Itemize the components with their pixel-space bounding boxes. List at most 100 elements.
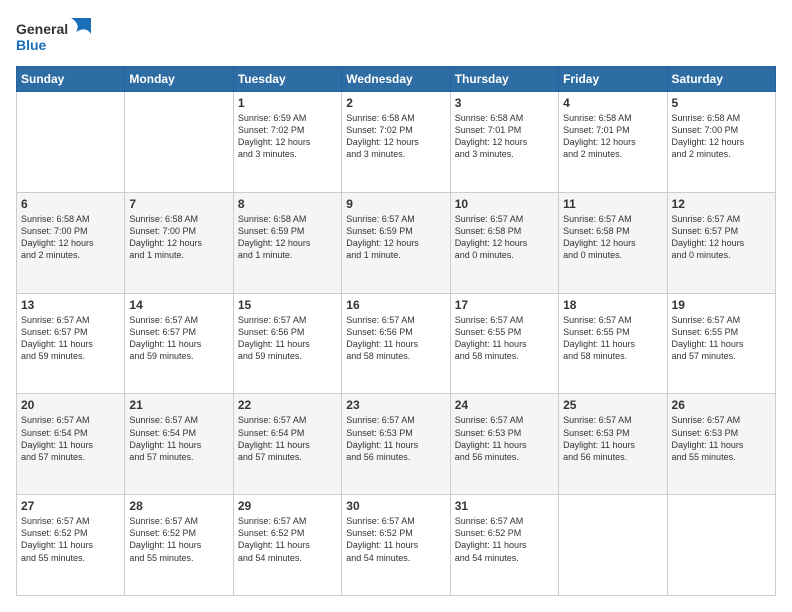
- day-number: 25: [563, 398, 662, 412]
- calendar-cell: [17, 92, 125, 193]
- day-number: 7: [129, 197, 228, 211]
- day-info: Sunrise: 6:57 AM Sunset: 6:58 PM Dayligh…: [455, 213, 554, 262]
- calendar-cell: 13 Sunrise: 6:57 AM Sunset: 6:57 PM Dayli…: [17, 293, 125, 394]
- day-number: 19: [672, 298, 771, 312]
- calendar-cell: 8 Sunrise: 6:58 AM Sunset: 6:59 PM Daylig…: [233, 192, 341, 293]
- day-info: Sunrise: 6:57 AM Sunset: 6:52 PM Dayligh…: [238, 515, 337, 564]
- day-number: 20: [21, 398, 120, 412]
- calendar-cell: 28 Sunrise: 6:57 AM Sunset: 6:52 PM Dayli…: [125, 495, 233, 596]
- day-header-sunday: Sunday: [17, 67, 125, 92]
- calendar-cell: 26 Sunrise: 6:57 AM Sunset: 6:53 PM Dayli…: [667, 394, 775, 495]
- calendar-cell: 29 Sunrise: 6:57 AM Sunset: 6:52 PM Dayli…: [233, 495, 341, 596]
- day-info: Sunrise: 6:59 AM Sunset: 7:02 PM Dayligh…: [238, 112, 337, 161]
- header: GeneralBlue: [16, 16, 776, 56]
- day-number: 28: [129, 499, 228, 513]
- calendar-cell: [667, 495, 775, 596]
- day-number: 30: [346, 499, 445, 513]
- calendar-cell: 15 Sunrise: 6:57 AM Sunset: 6:56 PM Dayli…: [233, 293, 341, 394]
- day-number: 12: [672, 197, 771, 211]
- day-number: 22: [238, 398, 337, 412]
- day-number: 31: [455, 499, 554, 513]
- calendar-cell: 31 Sunrise: 6:57 AM Sunset: 6:52 PM Dayli…: [450, 495, 558, 596]
- day-number: 1: [238, 96, 337, 110]
- day-number: 16: [346, 298, 445, 312]
- week-row-0: 1 Sunrise: 6:59 AM Sunset: 7:02 PM Daylig…: [17, 92, 776, 193]
- calendar-cell: 21 Sunrise: 6:57 AM Sunset: 6:54 PM Dayli…: [125, 394, 233, 495]
- day-number: 14: [129, 298, 228, 312]
- week-row-3: 20 Sunrise: 6:57 AM Sunset: 6:54 PM Dayli…: [17, 394, 776, 495]
- day-info: Sunrise: 6:57 AM Sunset: 6:55 PM Dayligh…: [563, 314, 662, 363]
- calendar-cell: 22 Sunrise: 6:57 AM Sunset: 6:54 PM Dayli…: [233, 394, 341, 495]
- day-info: Sunrise: 6:58 AM Sunset: 7:00 PM Dayligh…: [21, 213, 120, 262]
- day-header-monday: Monday: [125, 67, 233, 92]
- calendar-cell: [125, 92, 233, 193]
- day-number: 17: [455, 298, 554, 312]
- calendar-cell: 11 Sunrise: 6:57 AM Sunset: 6:58 PM Dayli…: [559, 192, 667, 293]
- svg-text:General: General: [16, 21, 68, 37]
- day-number: 11: [563, 197, 662, 211]
- day-info: Sunrise: 6:57 AM Sunset: 6:52 PM Dayligh…: [455, 515, 554, 564]
- day-header-thursday: Thursday: [450, 67, 558, 92]
- calendar-cell: 24 Sunrise: 6:57 AM Sunset: 6:53 PM Dayli…: [450, 394, 558, 495]
- week-row-2: 13 Sunrise: 6:57 AM Sunset: 6:57 PM Dayli…: [17, 293, 776, 394]
- calendar-cell: 18 Sunrise: 6:57 AM Sunset: 6:55 PM Dayli…: [559, 293, 667, 394]
- day-info: Sunrise: 6:57 AM Sunset: 6:57 PM Dayligh…: [21, 314, 120, 363]
- calendar-cell: 17 Sunrise: 6:57 AM Sunset: 6:55 PM Dayli…: [450, 293, 558, 394]
- day-info: Sunrise: 6:58 AM Sunset: 7:00 PM Dayligh…: [129, 213, 228, 262]
- calendar-cell: 23 Sunrise: 6:57 AM Sunset: 6:53 PM Dayli…: [342, 394, 450, 495]
- day-info: Sunrise: 6:58 AM Sunset: 6:59 PM Dayligh…: [238, 213, 337, 262]
- day-info: Sunrise: 6:57 AM Sunset: 6:57 PM Dayligh…: [672, 213, 771, 262]
- day-number: 24: [455, 398, 554, 412]
- calendar-cell: 3Sunrise: 6:58 AM Sunset: 7:01 PM Daylig…: [450, 92, 558, 193]
- week-row-4: 27Sunrise: 6:57 AM Sunset: 6:52 PM Dayli…: [17, 495, 776, 596]
- day-info: Sunrise: 6:57 AM Sunset: 6:58 PM Dayligh…: [563, 213, 662, 262]
- page: GeneralBlue SundayMondayTuesdayWednesday…: [0, 0, 792, 612]
- calendar-cell: 14 Sunrise: 6:57 AM Sunset: 6:57 PM Dayli…: [125, 293, 233, 394]
- day-info: Sunrise: 6:57 AM Sunset: 6:53 PM Dayligh…: [563, 414, 662, 463]
- day-info: Sunrise: 6:58 AM Sunset: 7:01 PM Dayligh…: [563, 112, 662, 161]
- calendar-cell: 19Sunrise: 6:57 AM Sunset: 6:55 PM Dayli…: [667, 293, 775, 394]
- calendar-cell: 5 Sunrise: 6:58 AM Sunset: 7:00 PM Daylig…: [667, 92, 775, 193]
- calendar-cell: 4 Sunrise: 6:58 AM Sunset: 7:01 PM Daylig…: [559, 92, 667, 193]
- day-info: Sunrise: 6:57 AM Sunset: 6:53 PM Dayligh…: [455, 414, 554, 463]
- day-number: 5: [672, 96, 771, 110]
- day-info: Sunrise: 6:57 AM Sunset: 6:59 PM Dayligh…: [346, 213, 445, 262]
- day-info: Sunrise: 6:57 AM Sunset: 6:54 PM Dayligh…: [238, 414, 337, 463]
- day-number: 21: [129, 398, 228, 412]
- day-info: Sunrise: 6:57 AM Sunset: 6:52 PM Dayligh…: [129, 515, 228, 564]
- day-number: 3: [455, 96, 554, 110]
- calendar-cell: 6 Sunrise: 6:58 AM Sunset: 7:00 PM Daylig…: [17, 192, 125, 293]
- calendar-cell: 12 Sunrise: 6:57 AM Sunset: 6:57 PM Dayli…: [667, 192, 775, 293]
- day-number: 15: [238, 298, 337, 312]
- day-info: Sunrise: 6:57 AM Sunset: 6:57 PM Dayligh…: [129, 314, 228, 363]
- day-number: 13: [21, 298, 120, 312]
- day-info: Sunrise: 6:57 AM Sunset: 6:53 PM Dayligh…: [672, 414, 771, 463]
- day-info: Sunrise: 6:58 AM Sunset: 7:02 PM Dayligh…: [346, 112, 445, 161]
- day-header-wednesday: Wednesday: [342, 67, 450, 92]
- day-number: 10: [455, 197, 554, 211]
- day-info: Sunrise: 6:57 AM Sunset: 6:54 PM Dayligh…: [21, 414, 120, 463]
- calendar-cell: 30 Sunrise: 6:57 AM Sunset: 6:52 PM Dayli…: [342, 495, 450, 596]
- calendar-header-row: SundayMondayTuesdayWednesdayThursdayFrid…: [17, 67, 776, 92]
- day-number: 8: [238, 197, 337, 211]
- day-number: 26: [672, 398, 771, 412]
- calendar-cell: 20 Sunrise: 6:57 AM Sunset: 6:54 PM Dayli…: [17, 394, 125, 495]
- week-row-1: 6 Sunrise: 6:58 AM Sunset: 7:00 PM Daylig…: [17, 192, 776, 293]
- day-info: Sunrise: 6:57 AM Sunset: 6:55 PM Dayligh…: [455, 314, 554, 363]
- calendar-cell: 1 Sunrise: 6:59 AM Sunset: 7:02 PM Daylig…: [233, 92, 341, 193]
- day-info: Sunrise: 6:57 AM Sunset: 6:56 PM Dayligh…: [238, 314, 337, 363]
- day-number: 6: [21, 197, 120, 211]
- day-number: 29: [238, 499, 337, 513]
- calendar-cell: 2Sunrise: 6:58 AM Sunset: 7:02 PM Daylig…: [342, 92, 450, 193]
- calendar-table: SundayMondayTuesdayWednesdayThursdayFrid…: [16, 66, 776, 596]
- day-info: Sunrise: 6:57 AM Sunset: 6:54 PM Dayligh…: [129, 414, 228, 463]
- day-info: Sunrise: 6:57 AM Sunset: 6:52 PM Dayligh…: [346, 515, 445, 564]
- day-info: Sunrise: 6:57 AM Sunset: 6:53 PM Dayligh…: [346, 414, 445, 463]
- day-number: 4: [563, 96, 662, 110]
- day-number: 23: [346, 398, 445, 412]
- calendar-cell: 16 Sunrise: 6:57 AM Sunset: 6:56 PM Dayli…: [342, 293, 450, 394]
- svg-text:Blue: Blue: [16, 37, 47, 53]
- day-info: Sunrise: 6:57 AM Sunset: 6:56 PM Dayligh…: [346, 314, 445, 363]
- day-info: Sunrise: 6:58 AM Sunset: 7:00 PM Dayligh…: [672, 112, 771, 161]
- day-number: 18: [563, 298, 662, 312]
